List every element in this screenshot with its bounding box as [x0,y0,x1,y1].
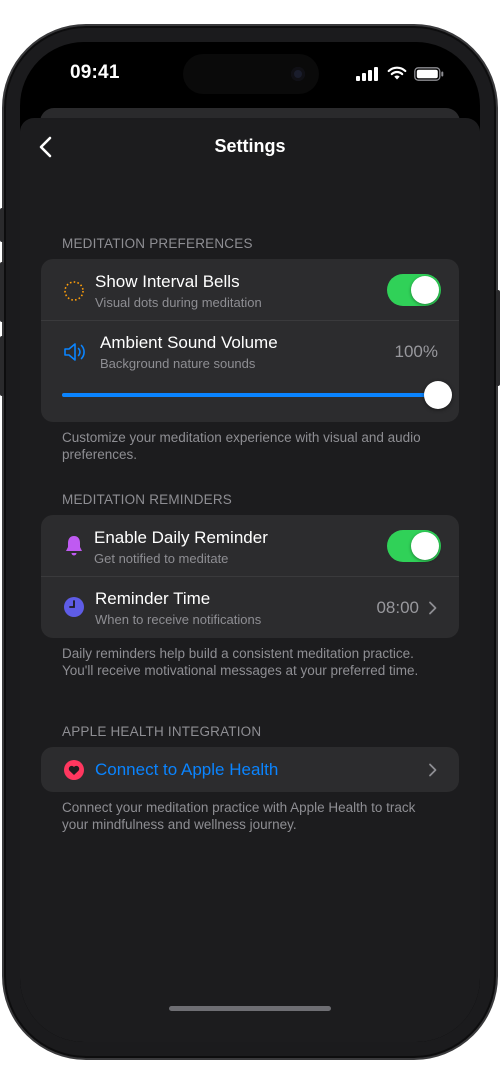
interval-bells-toggle[interactable] [387,274,441,306]
daily-reminder-title: Enable Daily Reminder [94,528,268,547]
battery-icon [414,66,444,81]
slider-fill [62,393,438,397]
connect-health-label: Connect to Apple Health [95,760,279,779]
section-header-preferences: MEDITATION PREFERENCES [62,236,253,251]
toggle-knob [411,276,439,304]
reminder-time-value: 08:00 [376,598,419,617]
nav-bar: Settings [20,118,480,174]
dotted-circle-icon [64,281,84,301]
power-button [496,290,500,386]
reminder-time-subtitle: When to receive notifications [95,612,262,627]
health-footer: Connect your meditation practice with Ap… [62,800,416,832]
volume-down-button [0,336,4,396]
ambient-sound-slider[interactable] [62,381,452,409]
chevron-right-icon [429,601,437,615]
chevron-right-icon [429,763,437,777]
connect-health-row[interactable]: Connect to Apple Health [41,747,459,792]
clock-icon [64,597,84,617]
health-card: Connect to Apple Health [41,747,459,792]
interval-bells-title: Show Interval Bells [95,272,240,291]
interval-bells-row[interactable]: Show Interval Bells Visual dots during m… [41,259,459,320]
slider-thumb[interactable] [424,381,452,409]
cellular-signal-icon [356,66,378,81]
status-bar: 09:41 [20,42,480,112]
reminders-footer: Daily reminders help build a consistent … [62,646,419,678]
ambient-sound-subtitle: Background nature sounds [100,356,256,371]
heart-icon [64,760,84,780]
daily-reminder-subtitle: Get notified to meditate [94,551,229,566]
dynamic-island [183,54,319,94]
ambient-sound-row: Ambient Sound Volume Background nature s… [41,321,459,422]
status-icons [356,66,444,81]
action-button [0,208,4,242]
settings-sheet: Settings MEDITATION PREFERENCES Show Int… [20,118,480,1042]
section-header-health: APPLE HEALTH INTEGRATION [62,724,262,739]
preferences-card: Show Interval Bells Visual dots during m… [41,259,459,422]
reminder-time-title: Reminder Time [95,589,211,608]
reminders-card: Enable Daily Reminder Get notified to me… [41,515,459,638]
ambient-sound-value: 100% [394,342,438,361]
wifi-icon [387,66,407,80]
status-time: 09:41 [70,62,120,83]
daily-reminder-row[interactable]: Enable Daily Reminder Get notified to me… [41,515,459,576]
reminder-time-row[interactable]: Reminder Time When to receive notificati… [41,577,459,638]
daily-reminder-toggle[interactable] [387,530,441,562]
bell-icon [66,536,82,556]
phone-screen: 09:41 Settings MEDITATION PREFERENCES Sh… [20,42,480,1042]
section-header-reminders: MEDITATION REMINDERS [62,492,233,507]
interval-bells-subtitle: Visual dots during meditation [95,295,262,310]
preferences-footer: Customize your meditation experience wit… [62,430,421,462]
toggle-knob [411,532,439,560]
home-indicator[interactable] [169,1006,331,1011]
volume-up-button [0,262,4,322]
ambient-sound-title: Ambient Sound Volume [100,333,278,352]
front-camera [291,67,305,81]
speaker-wave-icon [64,343,85,361]
page-title: Settings [214,136,286,156]
